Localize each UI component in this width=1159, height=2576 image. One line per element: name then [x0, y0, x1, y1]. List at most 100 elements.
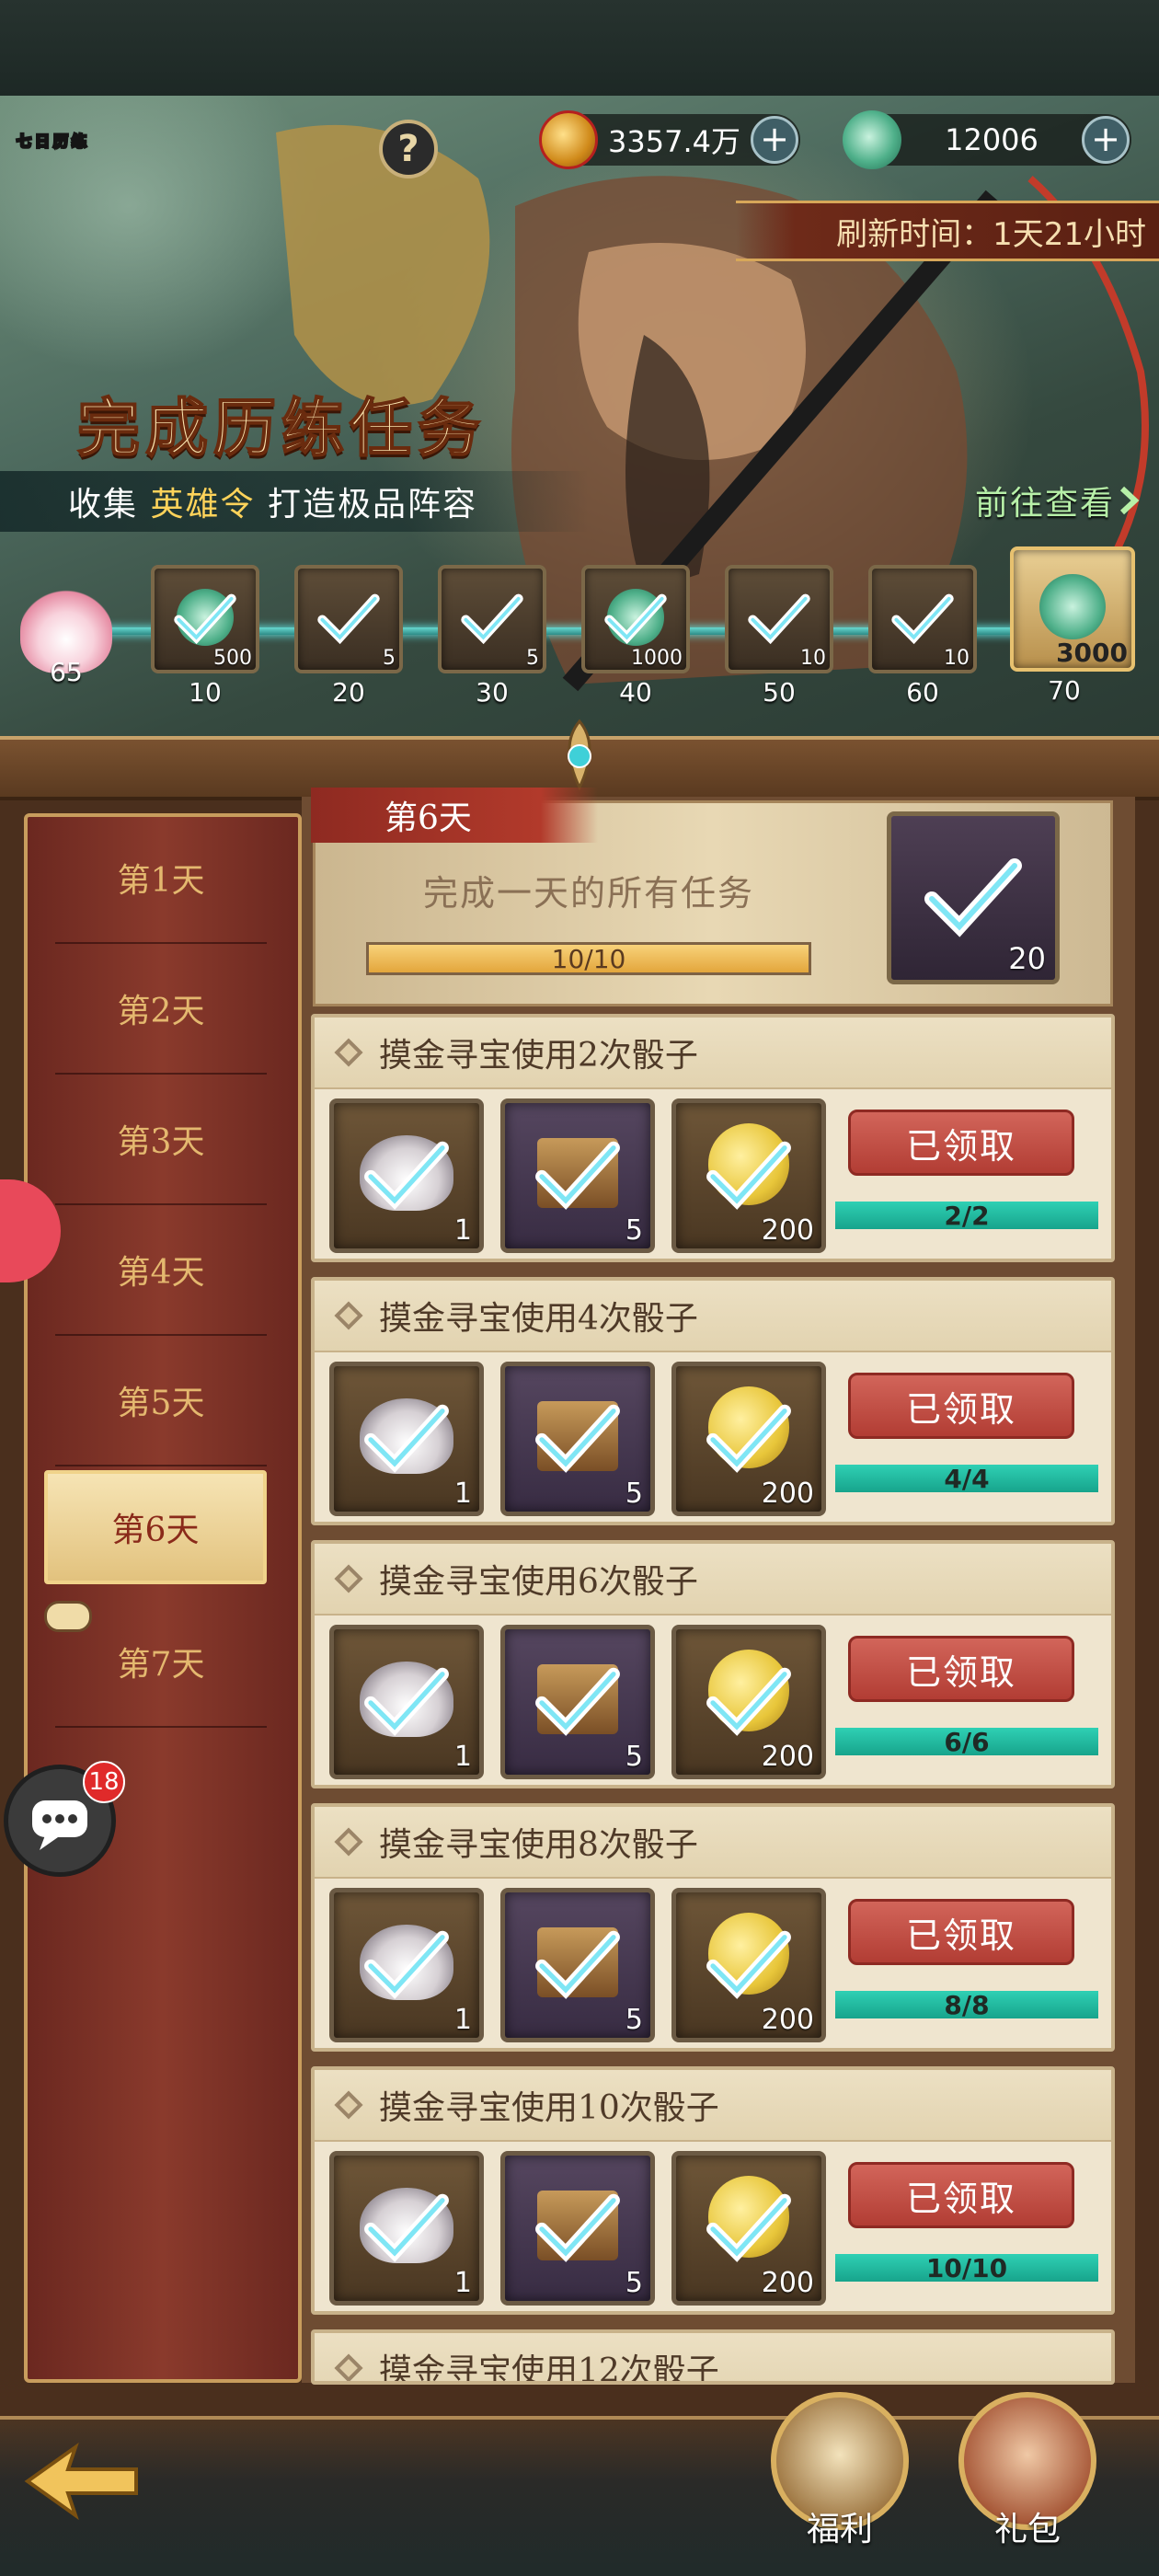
milestone-qty: 10 — [944, 647, 970, 670]
milestone-reward[interactable]: 1000 40 — [581, 565, 690, 707]
gold-reward-icon[interactable]: 200 — [671, 1362, 826, 1516]
task-name: 摸金寻宝使用8次骰子 — [379, 1826, 698, 1864]
milestone-reward[interactable]: 3000 70 — [1010, 546, 1135, 706]
jade-reward-icon: 3000 — [1010, 546, 1135, 672]
help-button[interactable]: ? — [379, 120, 438, 178]
task-name: 摸金寻宝使用12次骰子 — [379, 2352, 719, 2385]
milestone-reward[interactable]: 10 50 — [725, 565, 833, 707]
lotus-reward-icon[interactable]: 1 — [329, 1362, 484, 1516]
diamond-icon — [334, 1301, 363, 1330]
milestone-reward[interactable]: 5 30 — [438, 565, 546, 707]
nav-gift[interactable]: 礼包 — [949, 2392, 1106, 2576]
check-icon — [748, 593, 810, 645]
lotus-reward-icon[interactable]: 1 — [329, 2151, 484, 2306]
system-status-strip — [0, 0, 1159, 96]
sidebar-day-2[interactable]: 第2天 — [55, 944, 267, 1075]
task-rewards: 1 5 200 — [329, 1362, 826, 1516]
milestone-reward[interactable]: 10 60 — [868, 565, 977, 707]
check-icon — [891, 593, 954, 645]
token-reward-icon[interactable]: 5 — [500, 1362, 655, 1516]
milestone-threshold: 40 — [619, 677, 652, 707]
banner-subtitle: 收集 英雄令 打造极品阵容 — [0, 471, 589, 532]
lotus-reward-icon[interactable]: 1 — [329, 1098, 484, 1253]
reward-qty: 200 — [761, 1214, 814, 1247]
claimed-button[interactable]: 已领取 — [848, 1110, 1074, 1176]
sidebar-day-5[interactable]: 第5天 — [55, 1336, 267, 1466]
token-reward-icon[interactable]: 5 — [500, 1098, 655, 1253]
check-icon — [604, 593, 667, 645]
lotus-progress: 65 — [15, 589, 118, 687]
hero-token-icon: 5 — [294, 565, 403, 673]
gold-reward-icon[interactable]: 200 — [671, 1888, 826, 2042]
back-arrow-icon[interactable] — [22, 2440, 142, 2523]
task-card: 摸金寻宝使用12次骰子 — [311, 2329, 1115, 2385]
add-gold-button[interactable]: + — [751, 116, 798, 164]
lotus-reward-icon[interactable]: 1 — [329, 1888, 484, 2042]
add-jade-button[interactable]: + — [1082, 116, 1130, 164]
milestone-reward[interactable]: 5 20 — [294, 565, 403, 707]
chevron-right-icon — [1119, 486, 1140, 515]
claimed-button[interactable]: 已领取 — [848, 1899, 1074, 1965]
check-icon — [706, 1404, 791, 1473]
gold-reward-icon[interactable]: 200 — [671, 1625, 826, 1779]
sidebar-day-4[interactable]: 第4天 — [55, 1205, 267, 1336]
task-rewards: 1 5 200 — [329, 1888, 826, 2042]
reward-qty: 200 — [761, 2004, 814, 2036]
gold-reward-icon[interactable]: 200 — [671, 2151, 826, 2306]
reward-qty: 200 — [761, 2267, 814, 2299]
milestone-qty: 5 — [526, 647, 539, 670]
check-icon — [535, 2193, 620, 2262]
subtitle-prefix: 收集 — [68, 486, 139, 523]
task-card: 摸金寻宝使用4次骰子 1 5 200 已领取 4/4 — [311, 1277, 1115, 1525]
task-card: 摸金寻宝使用8次骰子 1 5 200 已领取 8/8 — [311, 1803, 1115, 2052]
day-reward-box[interactable]: 20 — [887, 811, 1060, 984]
token-reward-icon[interactable]: 5 — [500, 1888, 655, 2042]
gold-value: 3357.4万 — [608, 124, 740, 159]
task-name: 摸金寻宝使用10次骰子 — [379, 2089, 719, 2127]
milestone-threshold: 60 — [906, 677, 939, 707]
diamond-icon — [334, 2353, 363, 2381]
milestone-reward[interactable]: 500 10 — [151, 565, 259, 707]
all-tasks-label: 完成一天的所有任务 — [422, 873, 754, 914]
task-header: 摸金寻宝使用4次骰子 — [315, 1281, 1111, 1352]
sidebar-day-3[interactable]: 第3天 — [55, 1075, 267, 1205]
sidebar-day-1[interactable]: 第1天 — [55, 813, 267, 944]
check-icon — [535, 1404, 620, 1473]
reward-qty: 5 — [625, 1741, 643, 1773]
milestone-threshold: 30 — [476, 677, 509, 707]
title-rest: 日历练 — [34, 132, 91, 152]
task-progress-text: 8/8 — [944, 1989, 990, 2020]
lotus-count: 65 — [50, 657, 83, 687]
nav-gift-label: 礼包 — [993, 2511, 1061, 2548]
milestone-qty: 5 — [383, 647, 396, 670]
lotus-reward-icon[interactable]: 1 — [329, 1625, 484, 1779]
milestone-qty: 500 — [213, 647, 252, 670]
check-icon — [706, 1667, 791, 1736]
claimed-button[interactable]: 已领取 — [848, 2162, 1074, 2228]
claimed-button[interactable]: 已领取 — [848, 1636, 1074, 1702]
check-icon — [364, 2193, 449, 2262]
token-reward-icon[interactable]: 5 — [500, 2151, 655, 2306]
hero-token-icon: 10 — [725, 565, 833, 673]
task-progress-text: 2/2 — [944, 1200, 990, 1231]
jade-reward-icon: 500 — [151, 565, 259, 673]
check-icon — [706, 2193, 791, 2262]
reward-qty: 5 — [625, 1214, 643, 1247]
refresh-timer: 刷新时间：1天21小时 — [736, 201, 1159, 261]
goto-view-link[interactable]: 前往查看 — [975, 477, 1142, 524]
gold-reward-icon[interactable]: 200 — [671, 1098, 826, 1253]
task-card: 摸金寻宝使用2次骰子 1 5 200 已领取 2/2 — [311, 1014, 1115, 1262]
jade-icon — [1039, 573, 1106, 640]
hero-token-icon: 5 — [438, 565, 546, 673]
frame-gem-icon — [568, 719, 591, 791]
nav-welfare[interactable]: 福利 — [762, 2392, 918, 2576]
milestone-qty: 10 — [800, 647, 826, 670]
task-name: 摸金寻宝使用2次骰子 — [379, 1037, 698, 1075]
task-header: 摸金寻宝使用12次骰子 — [315, 2333, 1111, 2385]
reward-qty: 1 — [453, 1478, 472, 1510]
banner-task-title: 完成历练任务 — [76, 391, 487, 466]
sidebar-day-6[interactable]: 第6天 — [44, 1470, 267, 1584]
diamond-icon — [334, 1827, 363, 1857]
claimed-button[interactable]: 已领取 — [848, 1373, 1074, 1439]
token-reward-icon[interactable]: 5 — [500, 1625, 655, 1779]
